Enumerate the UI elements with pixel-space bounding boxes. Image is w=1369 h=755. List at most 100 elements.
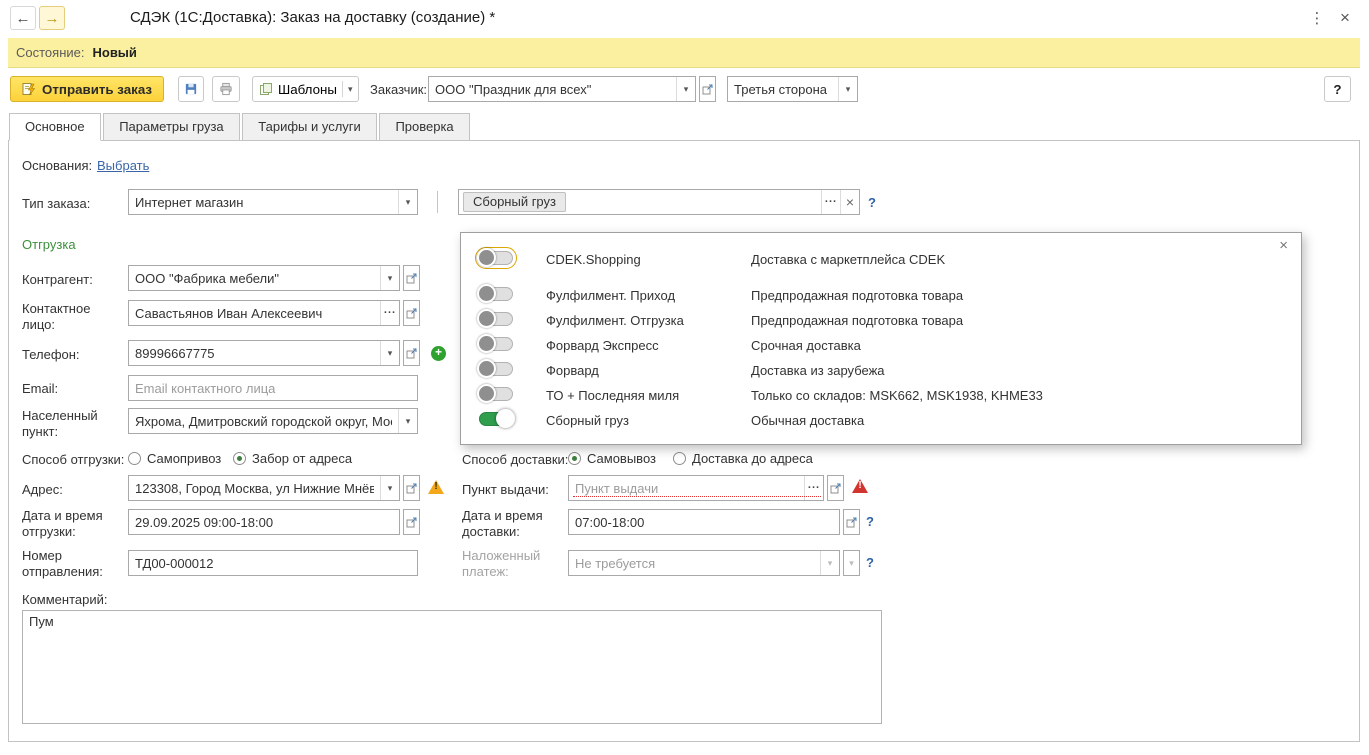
contact-person-field: [128, 300, 420, 326]
basis-label: Основания:: [22, 158, 93, 173]
city-dropdown-button[interactable]: [398, 409, 417, 433]
basis-select-link[interactable]: Выбрать: [97, 158, 149, 173]
third-party-field: [727, 76, 858, 102]
tab-main[interactable]: Основное: [9, 113, 101, 141]
email-field: [128, 375, 418, 401]
comment-label: Комментарий:: [22, 592, 108, 607]
city-input[interactable]: [129, 413, 398, 429]
back-button[interactable]: [10, 6, 36, 30]
cod-label: Наложенный платеж:: [462, 548, 541, 579]
ship-datetime-open-button[interactable]: [403, 509, 420, 535]
print-button[interactable]: [212, 76, 240, 102]
toggle-cdek-shopping[interactable]: [475, 247, 517, 269]
customer-dropdown-button[interactable]: [676, 77, 695, 101]
address-open-button[interactable]: [403, 475, 420, 501]
pickup-error-icon: [852, 479, 868, 493]
tariff-help-icon[interactable]: [868, 195, 876, 210]
address-label: Адрес:: [22, 482, 63, 497]
shipment-number-input[interactable]: [129, 555, 417, 571]
tariff-clear-button[interactable]: [840, 190, 859, 214]
templates-label: Шаблоны: [278, 81, 337, 97]
pickup-point-input[interactable]: [569, 480, 804, 496]
send-order-button[interactable]: Отправить заказ: [10, 76, 165, 102]
radio-samoprivoz[interactable]: [128, 452, 141, 465]
toggle-knob: [496, 409, 515, 428]
templates-button[interactable]: Шаблоны: [252, 76, 360, 102]
order-type-label: Тип заказа:: [22, 196, 91, 211]
more-menu-button[interactable]: [1306, 7, 1328, 29]
radio-samovyvoz[interactable]: [568, 452, 581, 465]
contractor-input[interactable]: [129, 270, 380, 286]
send-order-icon: [22, 83, 36, 96]
customer-open-button[interactable]: [699, 76, 716, 102]
tab-tariffs-services[interactable]: Тарифы и услуги: [242, 113, 377, 141]
contact-person-input[interactable]: [129, 305, 380, 321]
phone-input[interactable]: [129, 345, 380, 361]
address-dropdown-button[interactable]: [380, 476, 399, 500]
shipment-number-field: [128, 550, 418, 576]
phone-open-button[interactable]: [403, 340, 420, 366]
tariff-chip[interactable]: Сборный груз: [463, 192, 566, 212]
address-field: [128, 475, 420, 501]
open-form-icon: [406, 273, 417, 283]
comment-textarea[interactable]: Пум: [22, 610, 882, 724]
contractor-field: [128, 265, 420, 291]
order-type-dropdown-button[interactable]: [398, 190, 417, 214]
email-input[interactable]: [129, 380, 417, 396]
delivery-datetime-open-button[interactable]: [843, 509, 860, 535]
toggle-fulfilment-otgruzka[interactable]: [477, 309, 513, 328]
window-title: СДЭК (1С:Доставка): Заказ на доставку (с…: [130, 9, 496, 26]
toggle-sborny-gruz[interactable]: [479, 409, 515, 428]
radio-zabor-ot-adresa-label[interactable]: Забор от адреса: [252, 451, 352, 466]
toggle-forward[interactable]: [477, 359, 513, 378]
radio-zabor-ot-adresa[interactable]: [233, 452, 246, 465]
customer-field: [428, 76, 716, 102]
pickup-open-button[interactable]: [827, 475, 844, 501]
third-party-input[interactable]: [728, 81, 838, 97]
popup-item-desc: Доставка с маркетплейса CDEK: [751, 252, 946, 267]
popup-item-label: Сборный груз: [546, 413, 629, 428]
contractor-open-button[interactable]: [403, 265, 420, 291]
chevron-down-icon: [348, 84, 353, 95]
cod-help-icon[interactable]: [866, 555, 874, 570]
order-type-input[interactable]: [129, 194, 398, 210]
window-close-button[interactable]: [1334, 7, 1356, 29]
radio-samoprivoz-label[interactable]: Самопривоз: [147, 451, 221, 466]
tab-cargo-params[interactable]: Параметры груза: [103, 113, 240, 141]
delivery-datetime-help-icon[interactable]: [866, 514, 874, 529]
cod-extra-dropdown-button: [843, 550, 860, 576]
save-button[interactable]: [178, 76, 204, 102]
open-form-icon: [702, 84, 713, 94]
add-phone-icon[interactable]: [431, 346, 446, 361]
divider: [341, 81, 343, 97]
radio-dostavka-do-adresa[interactable]: [673, 452, 686, 465]
forward-button[interactable]: [39, 6, 65, 30]
address-input[interactable]: [129, 480, 380, 496]
contact-ellipsis-button[interactable]: [380, 301, 399, 325]
pickup-point-label: Пункт выдачи:: [462, 482, 549, 497]
chevron-down-icon: [849, 558, 854, 569]
radio-samovyvoz-label[interactable]: Самовывоз: [587, 451, 656, 466]
ship-datetime-input[interactable]: [129, 514, 399, 530]
ship-datetime-label: Дата и время отгрузки:: [22, 508, 103, 539]
printer-icon: [220, 82, 232, 96]
toggle-to-last-mile[interactable]: [477, 384, 513, 403]
customer-input[interactable]: [429, 81, 676, 97]
third-party-dropdown-button[interactable]: [838, 77, 857, 101]
delivery-datetime-input[interactable]: [569, 514, 839, 530]
toggle-forward-express[interactable]: [477, 334, 513, 353]
toggle-knob: [477, 248, 496, 267]
tab-check[interactable]: Проверка: [379, 113, 470, 141]
back-arrow-icon: [16, 10, 31, 27]
radio-dostavka-do-adresa-label[interactable]: Доставка до адреса: [692, 451, 813, 466]
pickup-ellipsis-button[interactable]: [804, 476, 823, 500]
help-button[interactable]: ?: [1324, 76, 1351, 102]
templates-icon: [260, 83, 272, 95]
field-divider: [437, 191, 438, 213]
toggle-fulfilment-prihod[interactable]: [477, 284, 513, 303]
tariff-ellipsis-button[interactable]: [821, 190, 840, 214]
contractor-dropdown-button[interactable]: [380, 266, 399, 290]
contact-open-button[interactable]: [403, 300, 420, 326]
phone-dropdown-button[interactable]: [380, 341, 399, 365]
phone-label: Телефон:: [22, 347, 80, 362]
